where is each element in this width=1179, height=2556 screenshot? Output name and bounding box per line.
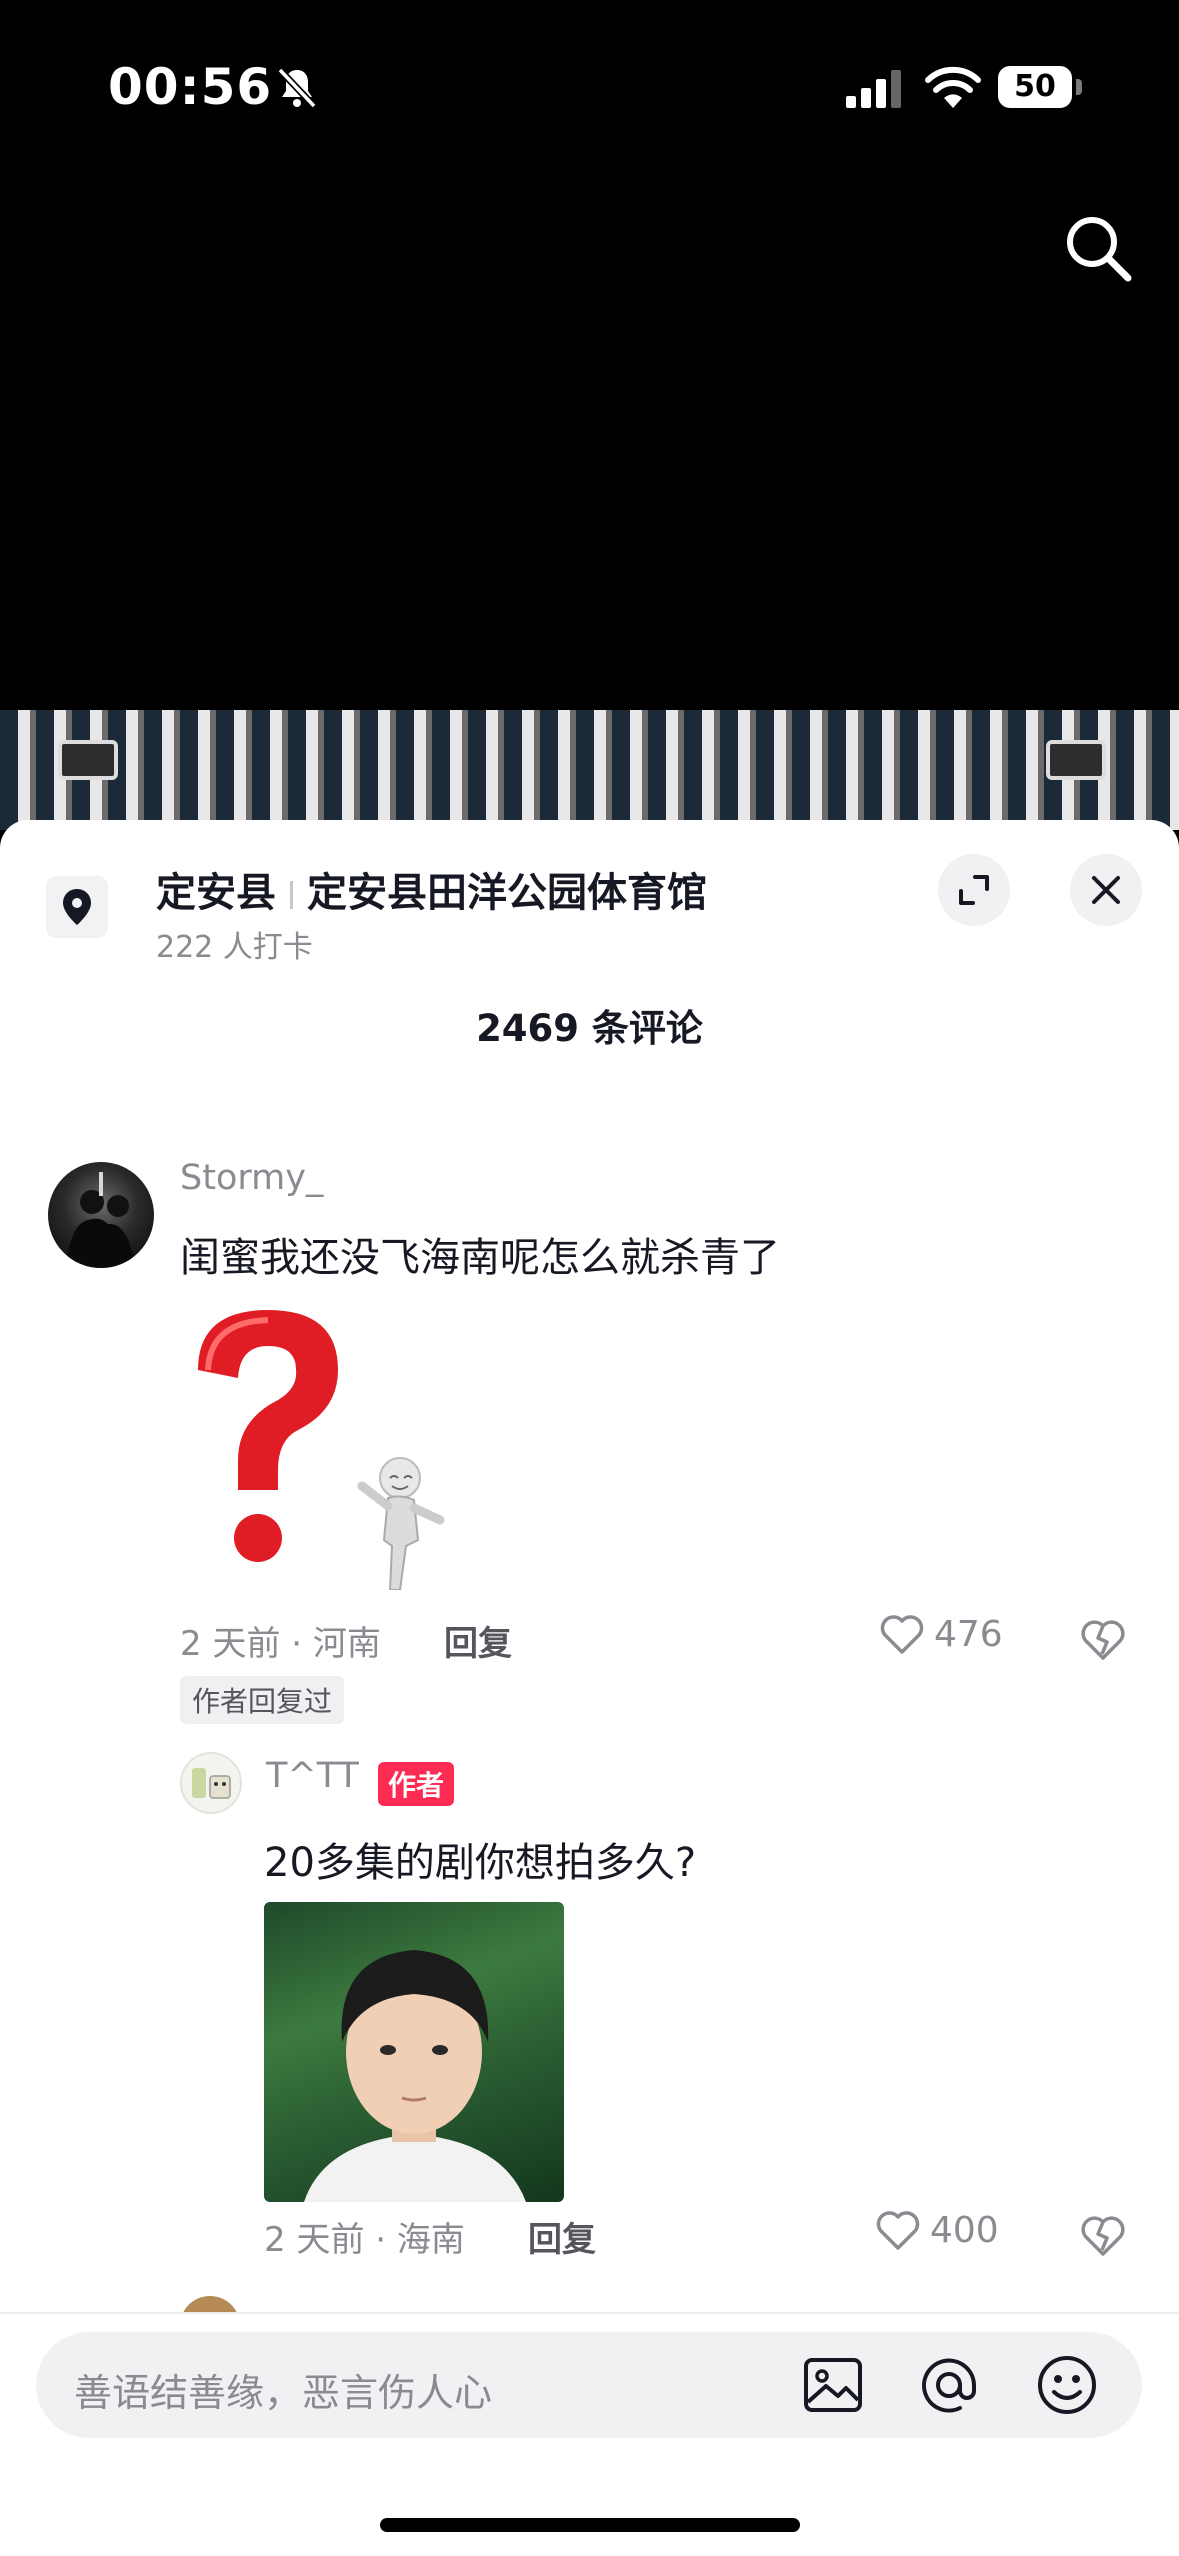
comment-text: 闺蜜我还没飞海南呢怎么就杀青了	[180, 1235, 780, 1281]
author-replied-badge: 作者回复过	[180, 1676, 345, 1724]
home-indicator[interactable]	[380, 2518, 800, 2532]
decor-light	[58, 740, 118, 780]
battery-cap	[1076, 79, 1082, 95]
reply-meta: 2 天前 · 海南	[264, 2220, 465, 2260]
broken-heart-icon[interactable]	[1078, 2212, 1128, 2258]
like-button[interactable]: 476	[878, 1612, 1003, 1656]
bell-slash-icon	[277, 67, 317, 109]
at-icon[interactable]	[916, 2352, 982, 2418]
comment-input[interactable]: 善语结善缘，恶言伤人心	[36, 2332, 1142, 2438]
battery-level: 50	[998, 66, 1072, 108]
author-tag: 作者	[378, 1762, 455, 1806]
like-count: 476	[934, 1613, 1003, 1655]
emoji-icon[interactable]	[1034, 2352, 1100, 2418]
image-icon[interactable]	[800, 2352, 866, 2418]
status-time: 00:56	[108, 58, 273, 116]
comment-input-bar: 善语结善缘，恶言伤人心	[0, 2312, 1179, 2556]
comment-meta: 2 天前 · 河南	[180, 1624, 381, 1664]
avatar[interactable]	[180, 1752, 242, 1814]
search-icon[interactable]	[1060, 210, 1134, 284]
location-checkins: 222 人打卡	[156, 930, 313, 965]
wifi-icon	[925, 66, 981, 108]
broken-heart-icon[interactable]	[1078, 1616, 1128, 1662]
question-mark-sticker	[198, 1310, 445, 1590]
location-county: 定安县	[156, 870, 276, 916]
like-button[interactable]: 400	[874, 2208, 999, 2252]
comment-count: 2469 条评论	[476, 1007, 703, 1050]
input-placeholder: 善语结善缘，恶言伤人心	[74, 2371, 493, 2415]
reply-author[interactable]: T^TT	[266, 1756, 359, 1796]
reply-button[interactable]: 回复	[444, 1616, 512, 1665]
expand-icon	[959, 875, 989, 905]
close-button[interactable]	[1070, 854, 1142, 926]
signal-icon	[846, 70, 901, 108]
location-separator	[290, 881, 293, 909]
reply-image[interactable]	[264, 1902, 564, 2202]
status-bar: 00:56 50	[0, 0, 1179, 170]
comment-author[interactable]: Stormy_	[180, 1158, 323, 1198]
video-background	[0, 710, 1179, 830]
comment-sheet: 定安县 定安县田洋公园体育馆 222 人打卡 2469 条评论 Stormy_ 闺…	[0, 820, 1179, 2556]
avatar[interactable]	[48, 1162, 154, 1268]
reply-button[interactable]: 回复	[528, 2212, 596, 2261]
heart-icon	[880, 1615, 924, 1654]
location-title[interactable]: 定安县 定安县田洋公园体育馆	[156, 860, 707, 918]
expand-button[interactable]	[938, 854, 1010, 926]
close-icon	[1092, 876, 1120, 904]
battery-icon: 50	[998, 66, 1082, 108]
reply-text: 20多集的剧你想拍多久?	[264, 1840, 697, 1886]
heart-icon	[876, 2211, 920, 2250]
decor-light	[1046, 740, 1106, 780]
location-pin-icon[interactable]	[46, 876, 108, 938]
location-place: 定安县田洋公园体育馆	[307, 870, 707, 916]
like-count: 400	[930, 2209, 999, 2251]
